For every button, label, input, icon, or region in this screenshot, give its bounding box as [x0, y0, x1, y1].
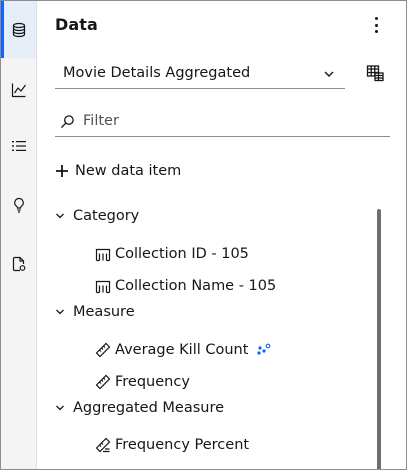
- search-icon: [60, 115, 74, 129]
- measure-icon: [95, 374, 111, 390]
- report-settings-icon: [12, 256, 25, 271]
- aggregated-measure-icon: [95, 437, 111, 453]
- rail-report-button[interactable]: [1, 235, 36, 292]
- tree-item-collection-id[interactable]: Collection ID - 105: [95, 243, 249, 265]
- panel-title: Data: [55, 15, 98, 34]
- overflow-menu-vertical-icon: [374, 17, 378, 20]
- tree-group-measure[interactable]: Measure: [55, 301, 135, 323]
- list-icon: [11, 140, 26, 151]
- data-panel: Data Movie Details Aggregated Filter New…: [37, 1, 406, 469]
- overflow-menu-button[interactable]: [368, 15, 384, 35]
- rail-data-button[interactable]: [1, 1, 36, 58]
- filter-input[interactable]: [79, 109, 387, 133]
- filter-field: [55, 107, 390, 137]
- calculated-icon: [257, 343, 271, 355]
- measure-icon: [95, 342, 111, 358]
- data-source-select-value: Movie Details Aggregated: [63, 65, 251, 81]
- tree-group-label: Aggregated Measure: [73, 400, 225, 416]
- data-pane: Data Movie Details Aggregated Filter New…: [0, 0, 407, 470]
- tree-group-label: Category: [73, 208, 140, 224]
- tree-item-label: Collection Name - 105: [115, 278, 277, 294]
- tree-item-average-kill-count[interactable]: Average Kill Count: [95, 339, 272, 361]
- new-data-item-button[interactable]: New data item: [55, 161, 181, 181]
- add-icon: [56, 165, 68, 177]
- tree-group-category[interactable]: Category: [55, 205, 139, 227]
- tree-group-aggregated-measure[interactable]: Aggregated Measure: [55, 397, 224, 419]
- category-icon: [95, 248, 111, 262]
- rail-visualization-button[interactable]: [1, 61, 36, 118]
- database-icon: [12, 22, 25, 37]
- tree-item-frequency[interactable]: Frequency: [95, 371, 190, 393]
- tree-item-frequency-percent[interactable]: Frequency Percent: [95, 434, 249, 456]
- chevron-down-icon: [56, 309, 64, 315]
- tree-item-label: Collection ID - 105: [115, 246, 249, 262]
- side-rail: [1, 1, 37, 469]
- scrollbar-thumb[interactable]: [377, 209, 381, 469]
- chevron-down-icon: [56, 213, 64, 219]
- tree-item-collection-name[interactable]: Collection Name - 105: [95, 275, 276, 297]
- rail-insights-button[interactable]: [1, 176, 36, 233]
- chevron-down-icon: [324, 71, 334, 77]
- chevron-down-icon: [56, 405, 64, 411]
- category-icon: [95, 280, 111, 294]
- line-chart-icon: [11, 83, 26, 97]
- tree-item-label: Frequency Percent: [115, 437, 250, 453]
- tree-group-label: Measure: [73, 304, 135, 320]
- tree-item-label: Average Kill Count: [115, 342, 249, 358]
- data-table-icon[interactable]: [366, 64, 384, 82]
- lightbulb-icon: [13, 197, 24, 213]
- new-data-item-label: New data item: [75, 163, 182, 179]
- tree-item-label: Frequency: [115, 374, 190, 390]
- rail-list-button[interactable]: [1, 117, 36, 174]
- data-source-select[interactable]: Movie Details Aggregated: [55, 59, 345, 89]
